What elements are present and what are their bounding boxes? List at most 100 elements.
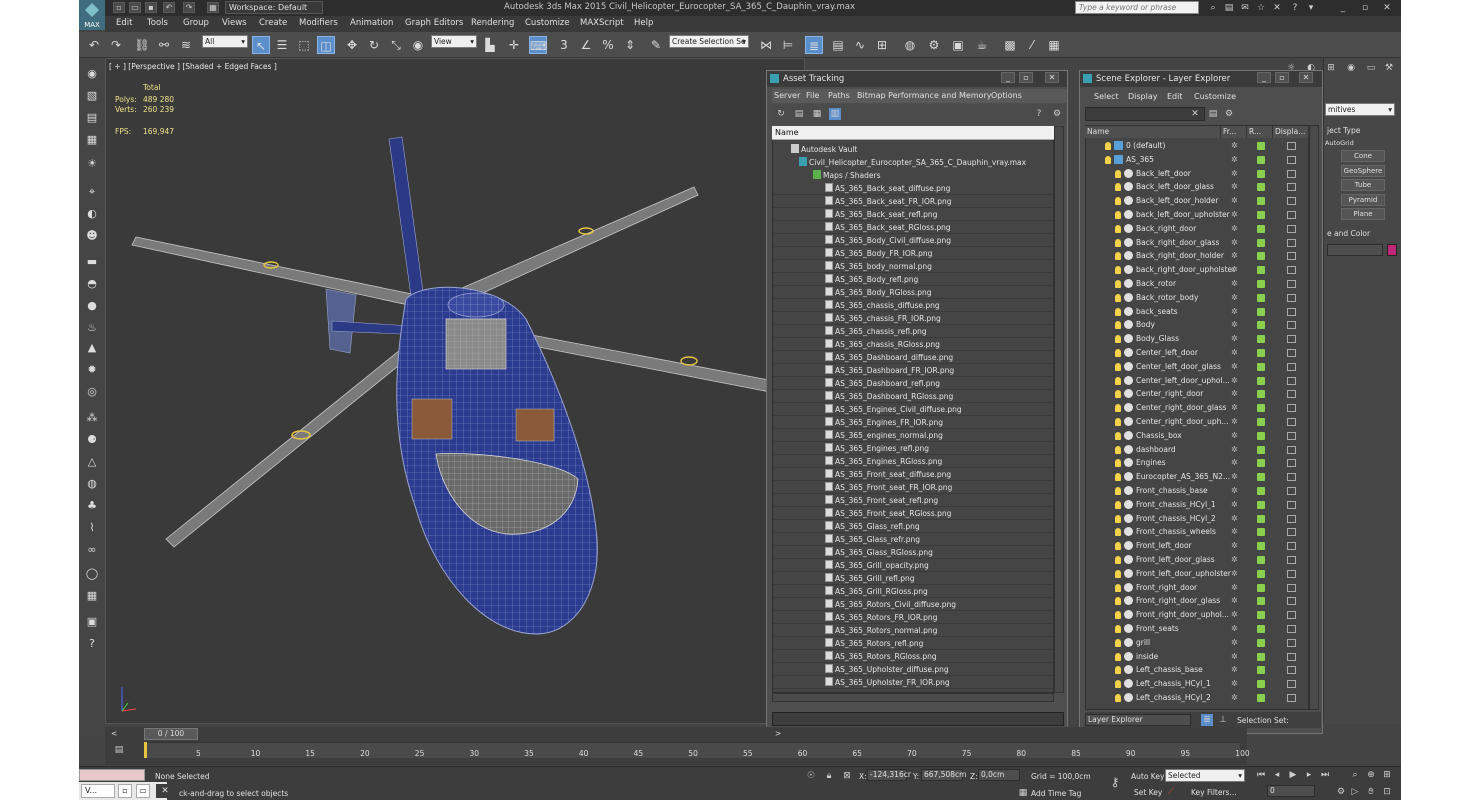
display-box-icon[interactable] [1287, 625, 1296, 633]
align-icon[interactable]: ⊨ [779, 36, 797, 54]
asset-file-row[interactable]: AS_365_Dashboard_refl.png [773, 377, 1053, 390]
taskbar-item[interactable]: V... [81, 784, 115, 798]
asset-file-row[interactable]: AS_365_Engines_FR_IOR.png [773, 416, 1053, 429]
current-frame-marker[interactable] [144, 742, 147, 758]
renderable-icon[interactable] [1257, 583, 1265, 592]
scene-maximize-icon[interactable]: ▫ [1275, 72, 1289, 83]
visibility-bulb-icon[interactable] [1115, 473, 1121, 482]
renderable-icon[interactable] [1257, 666, 1265, 675]
asset-file-row[interactable]: AS_365_Grill_opacity.png [773, 559, 1053, 572]
place-icon[interactable]: ◉ [409, 36, 427, 54]
scene-column-frozen[interactable]: Fr... [1221, 126, 1247, 138]
cone-icon[interactable]: ▲ [84, 340, 100, 356]
asset-file-row[interactable]: AS_365_chassis_diffuse.png [773, 299, 1053, 312]
visibility-bulb-icon[interactable] [1115, 252, 1121, 261]
asset-menu-server[interactable]: Server [774, 91, 800, 100]
mini-curve-editor-icon[interactable]: ▤ [113, 744, 125, 756]
scene-object-row[interactable]: Back_right_door ✲ [1085, 222, 1309, 236]
freeze-icon[interactable]: ✲ [1231, 611, 1239, 619]
renderable-icon[interactable] [1257, 500, 1265, 509]
renderable-icon[interactable] [1257, 224, 1265, 233]
freeze-icon[interactable]: ✲ [1231, 224, 1239, 233]
freeze-icon[interactable]: ✲ [1231, 473, 1239, 481]
visibility-bulb-icon[interactable] [1115, 652, 1121, 661]
scene-object-row[interactable]: back_right_door_upholster ✲ [1085, 263, 1309, 277]
display-box-icon[interactable] [1287, 583, 1296, 592]
object-type-rollout[interactable]: ject Type [1327, 126, 1360, 135]
select-by-name-icon[interactable]: ☰ [273, 36, 291, 54]
angle-snap-icon[interactable]: ∠ [577, 36, 595, 54]
scene-scrollbar[interactable] [1309, 125, 1319, 710]
renderable-icon[interactable] [1257, 473, 1265, 482]
freeze-icon[interactable]: ✲ [1231, 169, 1239, 178]
workspace-dropdown[interactable]: Workspace: Default [225, 1, 323, 14]
asset-menu-bitmap[interactable]: Bitmap Performance and Memory [857, 91, 992, 100]
visibility-bulb-icon[interactable] [1115, 307, 1121, 316]
freeze-icon[interactable]: ✲ [1231, 252, 1239, 260]
asset-file-row[interactable]: AS_365_Body_RGloss.png [773, 286, 1053, 299]
select-manipulate-icon[interactable]: ✛ [505, 36, 523, 54]
ball-icon[interactable]: ◯ [84, 566, 100, 582]
display-box-icon[interactable] [1287, 611, 1296, 620]
scene-object-row[interactable]: Body_Glass ✲ [1085, 332, 1309, 346]
renderable-icon[interactable] [1257, 183, 1265, 192]
display-box-icon[interactable] [1287, 335, 1296, 344]
freeze-icon[interactable]: ✲ [1231, 183, 1239, 191]
geosphere-button[interactable]: GeoSphere [1341, 165, 1385, 177]
menu-graph-editors[interactable]: Graph Editors [405, 18, 463, 28]
freeze-icon[interactable]: ✲ [1231, 680, 1239, 688]
taskbar-close-icon[interactable]: ✕ [156, 784, 174, 798]
asset-file-row[interactable]: AS_365_chassis_FR_IOR.png [773, 312, 1053, 325]
asset-file-row[interactable]: AS_365_Glass_RGloss.png [773, 546, 1053, 559]
display-box-icon[interactable] [1287, 459, 1296, 468]
scene-object-row[interactable]: grill ✲ [1085, 636, 1309, 650]
viewport-label[interactable]: [ + ] [Perspective ] [Shaded + Edged Fac… [109, 62, 277, 71]
asset-file-row[interactable]: AS_365_Rotors_normal.png [773, 624, 1053, 637]
particles-icon[interactable]: ⁂ [84, 410, 100, 426]
infinity-icon[interactable]: ∞ [84, 542, 100, 558]
hierarchy-mode-icon[interactable]: ⊥ [1217, 714, 1229, 726]
asset-tree[interactable]: Autodesk Vault Civil_Helicopter_Eurocopte… [772, 126, 1054, 693]
calculator-icon[interactable]: ▦ [1045, 36, 1063, 54]
scene-object-row[interactable]: dashboard ✲ [1085, 443, 1309, 457]
asset-file-row[interactable]: AS_365_Body_FR_IOR.png [773, 247, 1053, 260]
scene-options-icon[interactable]: ⚙ [1223, 108, 1235, 120]
renderable-icon[interactable] [1257, 266, 1265, 275]
display-box-icon[interactable] [1287, 307, 1296, 316]
helper-icon[interactable]: ◐ [84, 206, 100, 222]
renderable-icon[interactable] [1257, 418, 1265, 426]
display-box-icon[interactable] [1287, 556, 1296, 564]
pivot-center-icon[interactable]: ▙ [481, 36, 499, 54]
renderable-icon[interactable] [1257, 321, 1265, 330]
pyramid-icon[interactable]: △ [84, 454, 100, 470]
freeze-icon[interactable]: ✲ [1231, 583, 1239, 592]
asset-menu-options[interactable]: Options [991, 91, 1022, 100]
scale-icon[interactable]: ⤡ [387, 36, 405, 54]
z-coordinate-field[interactable]: 0,0cm [978, 769, 1020, 781]
scene-object-row[interactable]: Chassis_box ✲ [1085, 429, 1309, 443]
asset-file-row[interactable]: AS_365_Glass_refl.png [773, 520, 1053, 533]
visibility-bulb-icon[interactable] [1115, 321, 1121, 330]
scene-column-render[interactable]: R... [1247, 126, 1273, 138]
renderable-icon[interactable] [1257, 459, 1265, 468]
scene-object-row[interactable]: Front_right_door ✲ [1085, 581, 1309, 595]
asset-file-row[interactable]: AS_365_Engines_refl.png [773, 442, 1053, 455]
subscription-icon[interactable]: ▤ [1223, 2, 1235, 14]
asset-file-row[interactable]: AS_365_Rotors_FR_IOR.png [773, 611, 1053, 624]
scene-object-row[interactable]: Back_left_door ✲ [1085, 167, 1309, 181]
maps-folder-node[interactable]: Maps / Shaders [773, 169, 881, 182]
display-box-icon[interactable] [1287, 473, 1296, 482]
pan-icon[interactable]: ✋︎ [1365, 786, 1377, 798]
globe-icon[interactable]: ◍ [84, 476, 100, 492]
display-box-icon[interactable] [1287, 445, 1296, 454]
freeze-icon[interactable]: ✲ [1231, 652, 1239, 661]
visibility-bulb-icon[interactable] [1115, 197, 1121, 206]
renderable-icon[interactable] [1257, 404, 1265, 413]
auto-key-button[interactable]: Auto Key [1131, 772, 1164, 781]
visibility-bulb-icon[interactable] [1115, 542, 1121, 551]
open-icon[interactable]: ▭ [129, 2, 141, 13]
freeze-icon[interactable]: ✲ [1231, 293, 1239, 302]
teapot-icon[interactable]: ♨ [84, 320, 100, 336]
scene-object-row[interactable]: Front_chassis_HCyl_1 ✲ [1085, 498, 1309, 512]
autogrid-checkbox[interactable]: AutoGrid [1325, 139, 1354, 147]
